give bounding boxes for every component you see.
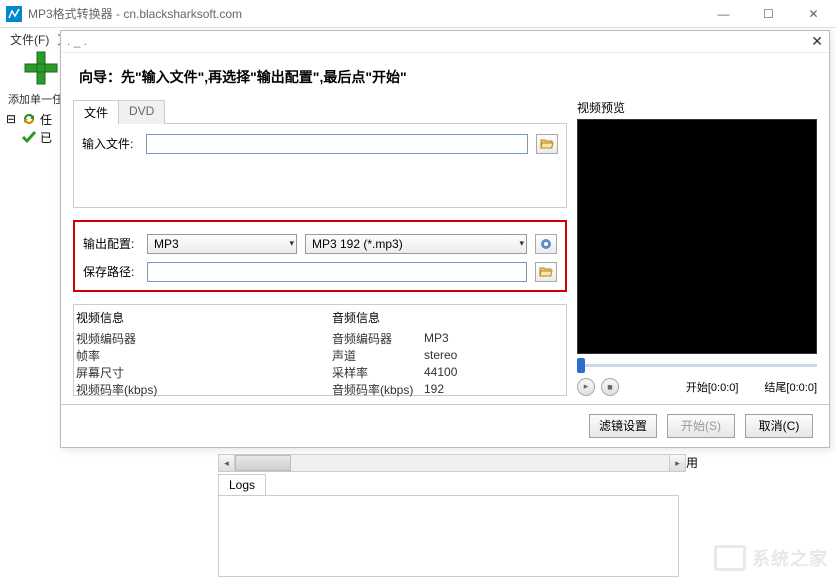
video-info-title: 视频信息 [76,309,308,326]
profile-value: MP3 192 (*.mp3) [312,237,403,251]
window-title: MP3格式转换器 - cn.blacksharksoft.com [28,5,701,22]
scroll-right-icon[interactable]: ▸ [669,455,685,471]
wizard-dialog: . _ . ✕ 向导：先"输入文件",再选择"输出配置",最后点"开始" 文件 … [60,30,830,448]
input-file-field[interactable] [146,134,528,154]
preview-slider[interactable] [577,354,817,372]
format-select[interactable]: MP3 ▾ [147,234,297,254]
refresh-icon [21,111,37,127]
settings-button[interactable] [535,234,557,254]
profile-select[interactable]: MP3 192 (*.mp3) ▾ [305,234,527,254]
menu-file[interactable]: 文件(F) [6,31,53,48]
output-config-section: 输出配置: MP3 ▾ MP3 192 (*.mp3) ▾ 保存路径: [73,220,567,292]
start-time-label: 开始[0:0:0] [686,379,739,395]
video-size-label: 屏幕尺寸 [76,364,168,381]
close-button[interactable]: ✕ [791,0,836,28]
input-file-label: 输入文件: [82,135,138,152]
tree-label: 任 [40,111,52,128]
folder-open-icon [539,266,553,278]
check-icon [21,129,37,145]
logs-textarea[interactable] [218,495,679,577]
dialog-title-bar: . _ . ✕ [61,31,829,53]
dialog-header: 向导：先"输入文件",再选择"输出配置",最后点"开始" [61,53,829,99]
format-value: MP3 [154,237,179,251]
chevron-down-icon: ▾ [289,238,294,249]
start-button[interactable]: 开始(S) [667,414,735,438]
watermark-text: 系统之家 [752,545,828,571]
horizontal-scrollbar[interactable]: ◂ ▸ [218,454,686,472]
cancel-button[interactable]: 取消(C) [745,414,813,438]
scroll-left-icon[interactable]: ◂ [219,455,235,471]
slider-thumb[interactable] [577,358,585,373]
video-bitrate-label: 视频码率(kbps) [76,381,168,398]
window-controls: — ☐ ✕ [701,0,836,28]
audio-bitrate-label: 音频码率(kbps) [332,381,424,398]
maximize-button[interactable]: ☐ [746,0,791,28]
chevron-down-icon: ▾ [519,238,524,249]
file-section: 输入文件: [73,123,567,208]
audio-sample-label: 采样率 [332,364,424,381]
audio-codec-label: 音频编码器 [332,330,424,347]
tab-dvd[interactable]: DVD [118,100,165,124]
app-icon [6,6,22,22]
play-button[interactable]: ▸ [577,378,595,396]
save-path-label: 保存路径: [83,263,139,280]
audio-bitrate-value: 192 [424,382,444,396]
watermark: 系统之家 [714,545,828,571]
close-icon[interactable]: ✕ [811,33,823,50]
video-fps-label: 帧率 [76,347,168,364]
end-time-label: 结尾[0:0:0] [764,379,817,395]
tab-file[interactable]: 文件 [73,100,119,124]
audio-info-title: 音频信息 [332,309,564,326]
gear-icon [539,237,553,251]
input-tabs: 文件 DVD [73,99,567,123]
stop-button[interactable]: ■ [601,378,619,396]
audio-channels-value: stereo [424,348,457,362]
preview-label: 视频预览 [577,99,817,116]
audio-codec-value: MP3 [424,331,449,345]
filter-settings-button[interactable]: 滤镜设置 [589,414,657,438]
truncated-text: 用 [686,454,698,471]
tab-logs[interactable]: Logs [218,474,266,495]
audio-info: 音频信息 音频编码器MP3 声道stereo 采样率44100 音频码率(kbp… [332,309,564,391]
tree-label: 已 [40,129,52,146]
dialog-footer: 滤镜设置 开始(S) 取消(C) [61,404,829,447]
video-info: 视频信息 视频编码器 帧率 屏幕尺寸 视频码率(kbps) [76,309,308,391]
dialog-title: . _ . [67,34,87,48]
minimize-button[interactable]: — [701,0,746,28]
play-controls: ▸ ■ 开始[0:0:0] 结尾[0:0:0] [577,378,817,396]
audio-sample-value: 44100 [424,365,457,379]
folder-open-icon [540,138,554,150]
audio-channels-label: 声道 [332,347,424,364]
video-preview [577,119,817,354]
video-codec-label: 视频编码器 [76,330,168,347]
scroll-thumb[interactable] [235,455,291,471]
browse-save-button[interactable] [535,262,557,282]
browse-input-button[interactable] [536,134,558,154]
main-title-bar: MP3格式转换器 - cn.blacksharksoft.com — ☐ ✕ [0,0,836,28]
house-icon [714,545,746,571]
save-path-field[interactable] [147,262,527,282]
bottom-area: ◂ ▸ Logs [218,454,686,577]
info-section: 视频信息 视频编码器 帧率 屏幕尺寸 视频码率(kbps) 音频信息 音频编码器… [73,304,567,396]
output-config-label: 输出配置: [83,235,139,252]
